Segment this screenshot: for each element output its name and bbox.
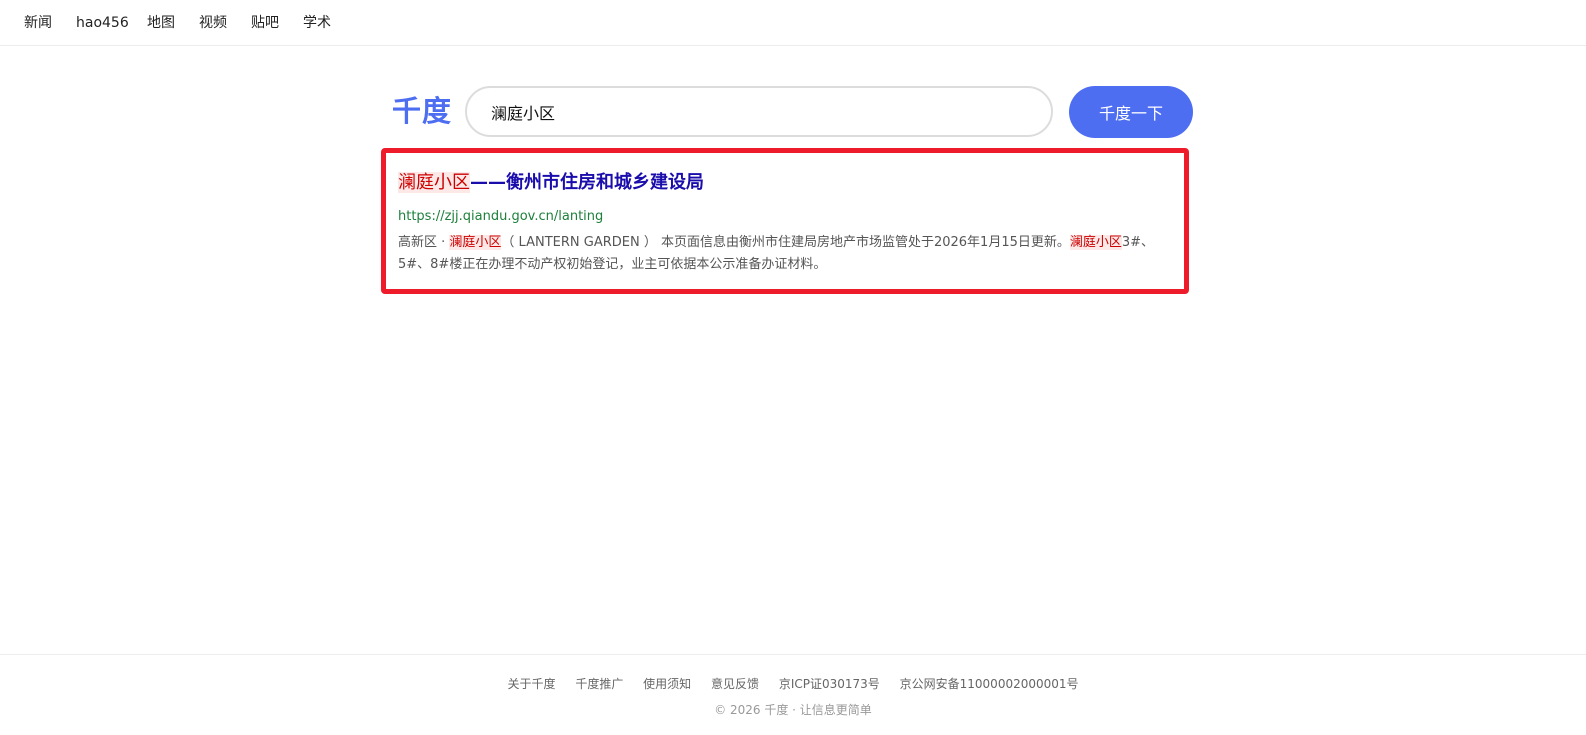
result-title-link[interactable]: 澜庭小区——衡州市住房和城乡建设局 bbox=[398, 171, 704, 195]
nav-link-hao456[interactable]: hao456 bbox=[76, 14, 129, 32]
footer-link-terms[interactable]: 使用须知 bbox=[643, 677, 691, 691]
footer-link-promotion[interactable]: 千度推广 bbox=[575, 677, 623, 691]
search-box bbox=[465, 86, 1053, 137]
search-button[interactable]: 千度一下 bbox=[1069, 86, 1193, 138]
footer: 关于千度 千度推广 使用须知 意见反馈 京ICP证030173号 京公网安备11… bbox=[0, 654, 1586, 735]
result-snippet: 高新区 · 澜庭小区（ LANTERN GARDEN ） 本页面信息由衡州市住建… bbox=[398, 232, 1182, 276]
footer-copyright: © 2026 千度 · 让信息更简单 bbox=[714, 703, 872, 717]
footer-link-about[interactable]: 关于千度 bbox=[507, 677, 555, 691]
nav-link-video[interactable]: 视频 bbox=[199, 14, 227, 32]
search-input[interactable] bbox=[491, 100, 1011, 124]
footer-link-feedback[interactable]: 意见反馈 bbox=[711, 677, 759, 691]
result-title-keyword: 澜庭小区 bbox=[398, 172, 470, 193]
result-url: https://zjj.qiandu.gov.cn/lanting bbox=[398, 209, 604, 224]
top-nav-bar: 新闻 hao456 地图 视频 贴吧 学术 bbox=[0, 0, 1586, 46]
search-result-highlight-box: 澜庭小区——衡州市住房和城乡建设局 https://zjj.qiandu.gov… bbox=[381, 148, 1189, 294]
nav-link-academic[interactable]: 学术 bbox=[303, 14, 331, 32]
snippet-middle: （ LANTERN GARDEN ） 本页面信息由衡州市住建局房地产市场监管处于… bbox=[501, 235, 1070, 250]
snippet-prefix: 高新区 · bbox=[398, 235, 450, 250]
footer-links: 关于千度 千度推广 使用须知 意见反馈 京ICP证030173号 京公网安备11… bbox=[0, 675, 1586, 692]
nav-link-map[interactable]: 地图 bbox=[147, 14, 175, 32]
nav-link-tieba[interactable]: 贴吧 bbox=[251, 14, 279, 32]
snippet-keyword-1: 澜庭小区 bbox=[449, 235, 502, 250]
nav-link-news[interactable]: 新闻 bbox=[24, 14, 52, 32]
result-title-text: ——衡州市住房和城乡建设局 bbox=[470, 172, 704, 193]
snippet-keyword-2: 澜庭小区 bbox=[1069, 235, 1122, 250]
footer-link-icp[interactable]: 京ICP证030173号 bbox=[779, 677, 880, 691]
footer-link-police-record[interactable]: 京公网安备11000002000001号 bbox=[900, 677, 1079, 691]
site-logo[interactable]: 千度 bbox=[392, 93, 452, 129]
